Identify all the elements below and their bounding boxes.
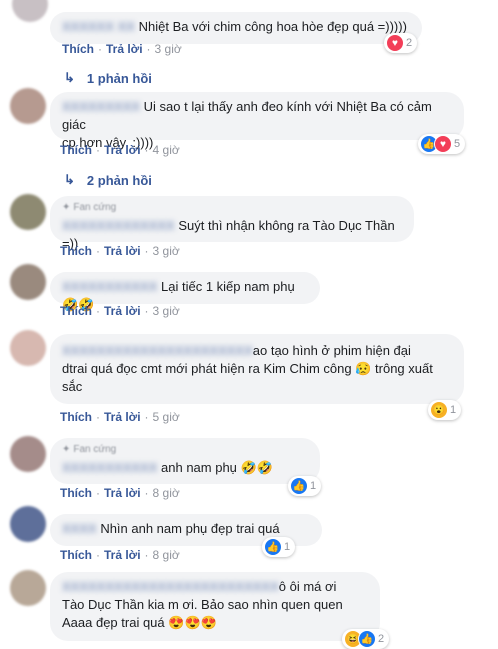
timestamp[interactable]: 8 giờ (153, 486, 180, 500)
like-icon: 👍 (290, 477, 308, 495)
like-link[interactable]: Thích (60, 548, 92, 562)
comment-actions: Thích · Trả lời · 4 giờ (60, 143, 180, 157)
avatar[interactable] (10, 330, 46, 366)
commenter-name[interactable]: XXXXXXXXX (62, 99, 140, 114)
timestamp[interactable]: 3 giờ (153, 244, 180, 258)
avatar[interactable] (10, 88, 46, 124)
like-icon: 👍 (358, 630, 376, 648)
heart-eyes-emoji: 😍😍😍 (168, 615, 217, 630)
reply-arrow-icon: ↳ (64, 172, 75, 187)
view-replies-link[interactable]: ↳ 1 phản hồi (64, 70, 152, 86)
reaction-count[interactable]: 👍 1 (262, 537, 296, 557)
comment-text: anh nam phụ (161, 460, 237, 475)
comment-text: ô ôi má ơi (278, 579, 337, 594)
comment-text-line3: Aaaa đẹp trai quá (62, 615, 165, 630)
comment-text-line2: dtrai quá đọc cmt mới phát hiện ra Kim C… (62, 361, 352, 376)
timestamp[interactable]: 3 giờ (153, 304, 180, 318)
comment-text: Nhiệt Ba với chim công hoa hòe đẹp quá =… (138, 19, 407, 34)
comment-bubble: ✦ Fan cứng XXXXXXXXXXXXX Suýt thì nhận kh… (50, 196, 414, 251)
like-icon: 👍 (264, 538, 282, 556)
avatar[interactable] (10, 506, 46, 542)
avatar[interactable] (10, 436, 46, 472)
comment-actions: Thích · Trả lời · 5 giờ (60, 410, 180, 424)
like-link[interactable]: Thích (60, 410, 92, 424)
comment-text-line2: Tào Dục Thần kia m ơi. Bảo sao nhìn quen… (62, 597, 343, 612)
reply-link[interactable]: Trả lời (104, 244, 141, 258)
comment-bubble: ✦ Fan cứng XXXXXXXXXXX anh nam phụ 🤣🤣 (50, 438, 320, 484)
comment-bubble: XXXXXXXXX Ui sao t lại thấy anh đeo kính… (50, 92, 464, 150)
avatar[interactable] (12, 0, 48, 22)
like-link[interactable]: Thích (60, 304, 92, 318)
commenter-name[interactable]: XXXXXX XX (62, 19, 135, 34)
commenter-name[interactable]: XXXXXXXXXXXXX (62, 218, 175, 233)
like-link[interactable]: Thích (60, 486, 92, 500)
comment-bubble: XXXXXXXXXXX Lại tiếc 1 kiếp nam phụ 🤣🤣 (50, 272, 320, 312)
commenter-name[interactable]: XXXXXXXXXXX (62, 460, 157, 475)
fan-badge-icon: ✦ (62, 202, 71, 213)
like-link[interactable]: Thích (62, 42, 94, 56)
reaction-count[interactable]: 😆 👍 2 (342, 629, 390, 649)
reaction-count[interactable]: 👍 ♥ 5 (418, 134, 466, 154)
like-link[interactable]: Thích (60, 244, 92, 258)
commenter-name[interactable]: XXXXXXXXXXXXXXXXXXXXXX (62, 343, 253, 358)
commenter-name[interactable]: XXXXXXXXXXXXXXXXXXXXXXXXX (62, 579, 279, 594)
comment-actions: Thích · Trả lời · 3 giờ (62, 42, 182, 56)
comment-actions: Thích · Trả lời · 3 giờ (60, 304, 180, 318)
timestamp[interactable]: 8 giờ (153, 548, 180, 562)
comment-text: Lại tiếc 1 kiếp nam phụ (161, 279, 295, 294)
reply-link[interactable]: Trả lời (104, 410, 141, 424)
timestamp[interactable]: 5 giờ (153, 410, 180, 424)
avatar[interactable] (10, 194, 46, 230)
reaction-count[interactable]: ♥ 2 (384, 33, 418, 53)
timestamp[interactable]: 3 giờ (155, 42, 182, 56)
heart-icon: ♥ (434, 135, 452, 153)
fan-badge-icon: ✦ (62, 444, 71, 455)
reaction-count[interactable]: 😮 1 (428, 400, 462, 420)
timestamp[interactable]: 4 giờ (153, 143, 180, 157)
fan-badge: ✦ Fan cứng (62, 199, 402, 217)
comment-text-line3: sắc (62, 379, 83, 394)
avatar[interactable] (10, 264, 46, 300)
commenter-name[interactable]: XXXX (62, 521, 97, 536)
comment-bubble: XXXXXXXXXXXXXXXXXXXXXXao tạo hình ở phim… (50, 334, 464, 404)
comment-text: Nhìn anh nam phụ đẹp trai quá (100, 521, 280, 536)
comment-bubble: XXXXXXXXXXXXXXXXXXXXXXXXXô ôi má ơi Tào … (50, 572, 380, 641)
fan-badge: ✦ Fan cứng (62, 441, 308, 459)
reply-link[interactable]: Trả lời (104, 548, 141, 562)
comment-bubble: XXXXXX XX Nhiệt Ba với chim công hoa hòe… (50, 12, 422, 44)
comment-actions: Thích · Trả lời · 8 giờ (60, 486, 180, 500)
wow-icon: 😮 (430, 401, 448, 419)
reply-arrow-icon: ↳ (64, 70, 75, 85)
laughing-emoji: 🤣🤣 (240, 460, 273, 475)
comment-actions: Thích · Trả lời · 8 giờ (60, 548, 180, 562)
comment-text: ao tạo hình ở phim hiện đại (252, 343, 411, 358)
sad-emoji: 😥 (355, 361, 372, 376)
view-replies-link[interactable]: ↳ 2 phản hồi (64, 172, 152, 188)
reply-link[interactable]: Trả lời (104, 143, 141, 157)
like-link[interactable]: Thích (60, 143, 92, 157)
avatar[interactable] (10, 570, 46, 606)
heart-icon: ♥ (386, 34, 404, 52)
reply-link[interactable]: Trả lời (104, 486, 141, 500)
commenter-name[interactable]: XXXXXXXXXXX (62, 279, 157, 294)
reply-link[interactable]: Trả lời (106, 42, 143, 56)
comment-actions: Thích · Trả lời · 3 giờ (60, 244, 180, 258)
reaction-count[interactable]: 👍 1 (288, 476, 322, 496)
reply-link[interactable]: Trả lời (104, 304, 141, 318)
